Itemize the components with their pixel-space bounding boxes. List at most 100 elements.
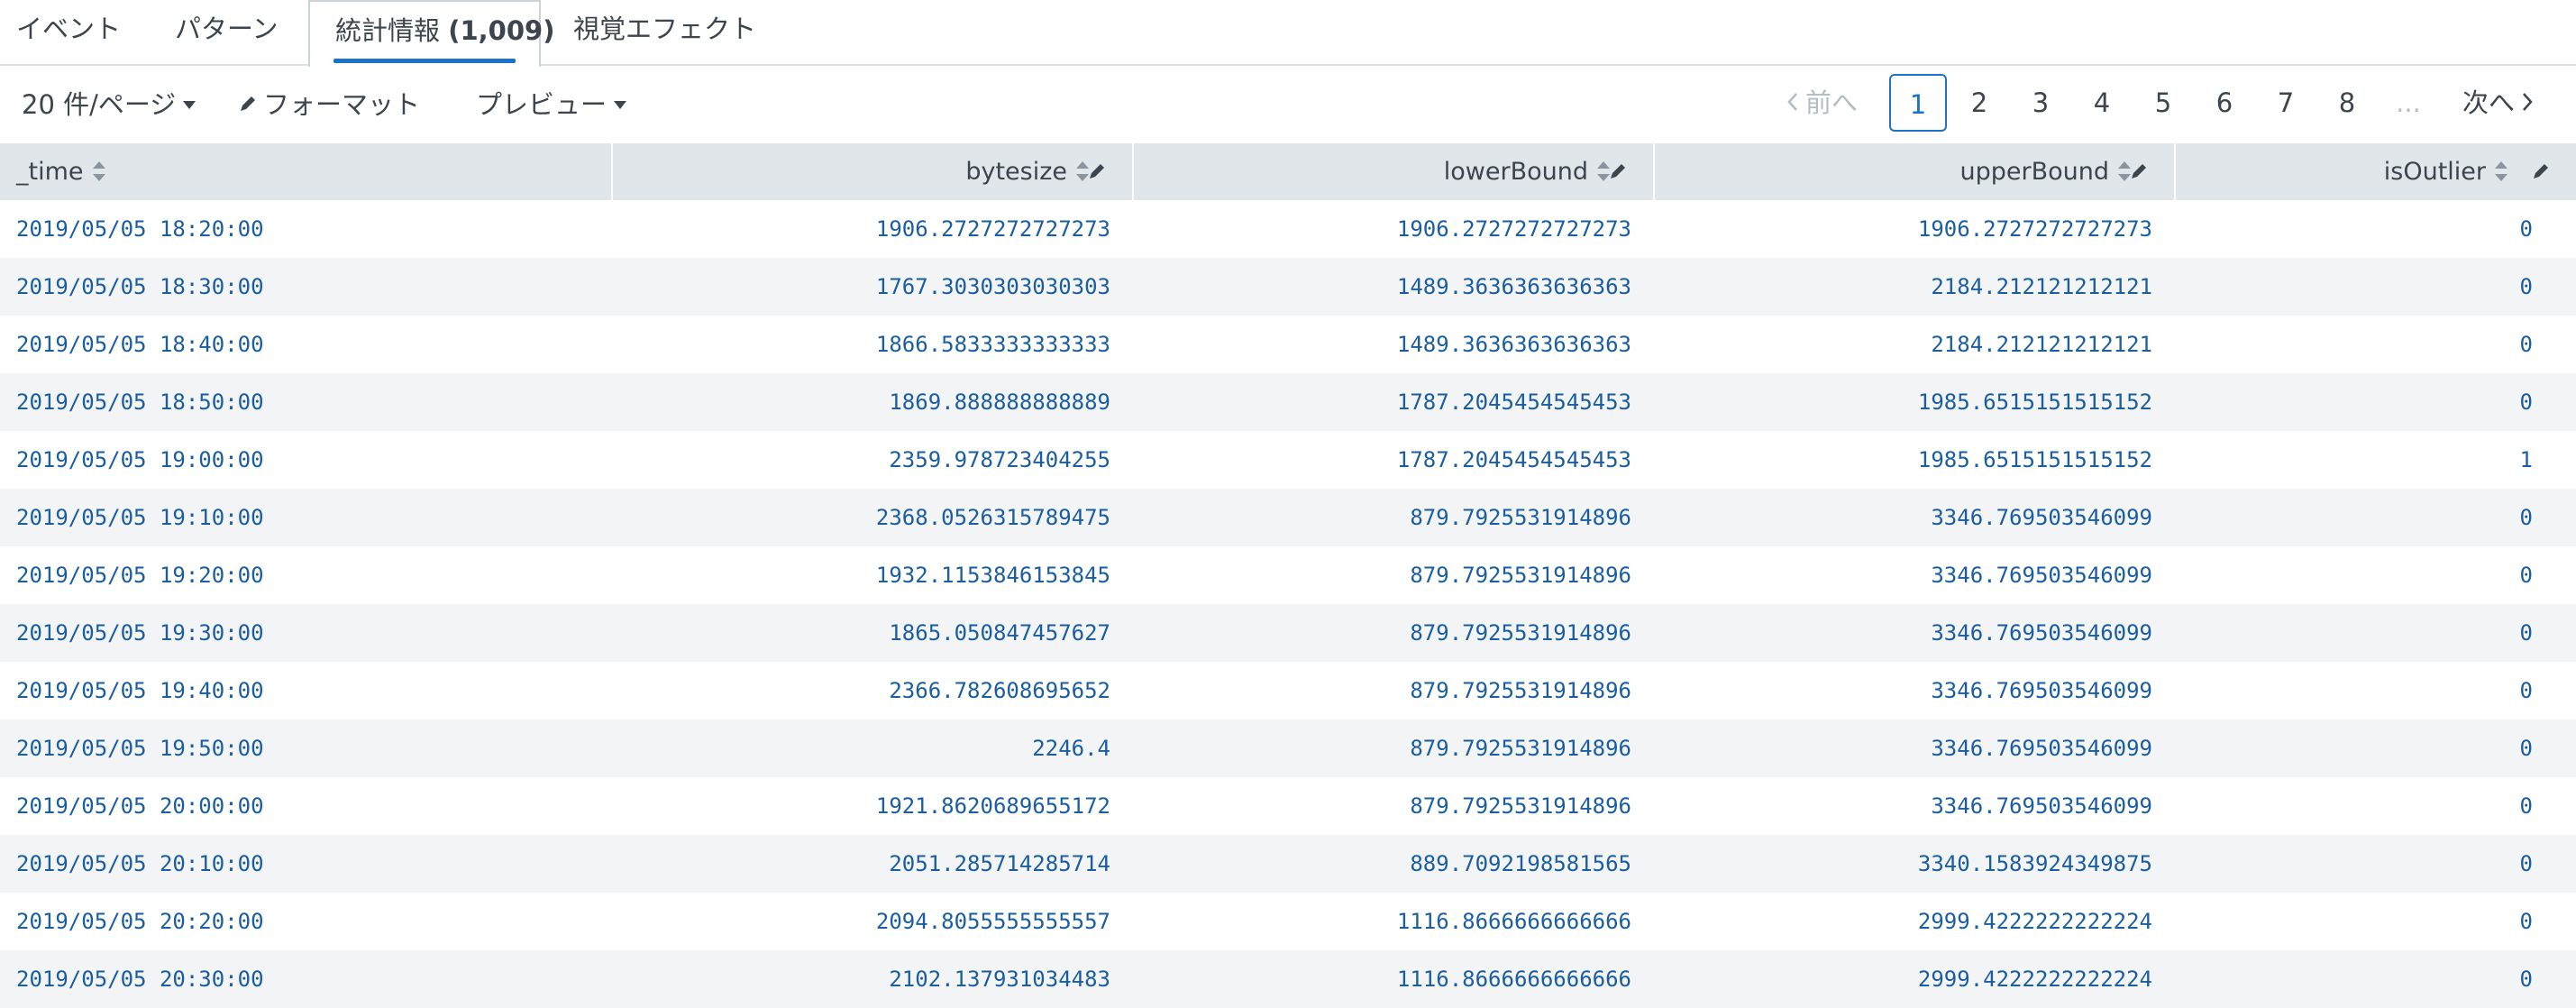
pencil-icon[interactable]	[2129, 161, 2149, 181]
prev-page-button[interactable]: 前へ	[1783, 74, 1860, 132]
column-header-upperbound[interactable]: upperBound	[1959, 143, 2131, 200]
cell-time[interactable]: 2019/05/05 18:20:00	[16, 200, 264, 258]
cell-time[interactable]: 2019/05/05 20:20:00	[16, 893, 264, 950]
cell-bytesize[interactable]: 2368.0526315789475	[876, 489, 1110, 546]
cell-time[interactable]: 2019/05/05 19:20:00	[16, 546, 264, 604]
cell-lowerbound[interactable]: 879.7925531914896	[1410, 662, 1631, 719]
pencil-icon[interactable]	[1608, 161, 1628, 181]
cell-bytesize[interactable]: 1767.3030303030303	[876, 258, 1110, 316]
cell-time[interactable]: 2019/05/05 20:00:00	[16, 777, 264, 835]
page-4-button[interactable]: 4	[2073, 74, 2131, 132]
page-2-button[interactable]: 2	[1950, 74, 2008, 132]
column-divider[interactable]	[1132, 143, 1134, 200]
cell-upperbound[interactable]: 3346.769503546099	[1931, 662, 2152, 719]
cell-lowerbound[interactable]: 1116.8666666666666	[1397, 893, 1631, 950]
cell-lowerbound[interactable]: 879.7925531914896	[1410, 489, 1631, 546]
cell-bytesize[interactable]: 1865.050847457627	[889, 604, 1110, 662]
cell-isoutlier[interactable]: 0	[2520, 546, 2533, 604]
cell-bytesize[interactable]: 2094.8055555555557	[876, 893, 1110, 950]
sort-icon[interactable]	[2495, 160, 2507, 181]
tab-patterns[interactable]: パターン	[175, 0, 279, 66]
cell-lowerbound[interactable]: 1787.2045454545453	[1397, 431, 1631, 489]
table-header: _time bytesize lowerBound upperBound isO…	[0, 143, 2576, 200]
next-page-button[interactable]: 次へ	[2453, 74, 2544, 132]
column-header-bytesize[interactable]: bytesize	[965, 143, 1089, 200]
cell-time[interactable]: 2019/05/05 19:30:00	[16, 604, 264, 662]
cell-isoutlier[interactable]: 0	[2520, 200, 2533, 258]
cell-upperbound[interactable]: 3346.769503546099	[1931, 777, 2152, 835]
cell-upperbound[interactable]: 2999.4222222222224	[1918, 893, 2152, 950]
cell-isoutlier[interactable]: 0	[2520, 489, 2533, 546]
cell-time[interactable]: 2019/05/05 19:50:00	[16, 719, 264, 777]
cell-isoutlier[interactable]: 0	[2520, 316, 2533, 373]
column-header-lowerbound[interactable]: lowerBound	[1444, 143, 1610, 200]
cell-lowerbound[interactable]: 1489.3636363636363	[1397, 316, 1631, 373]
cell-upperbound[interactable]: 1985.6515151515152	[1918, 431, 2152, 489]
cell-upperbound[interactable]: 2184.212121212121	[1931, 258, 2152, 316]
tab-statistics[interactable]: 統計情報 (1,009)	[308, 0, 554, 67]
cell-bytesize[interactable]: 1921.8620689655172	[876, 777, 1110, 835]
page-1-button[interactable]: 1	[1889, 74, 1947, 132]
cell-upperbound[interactable]: 3346.769503546099	[1931, 546, 2152, 604]
cell-lowerbound[interactable]: 879.7925531914896	[1410, 719, 1631, 777]
column-divider[interactable]	[1653, 143, 1655, 200]
cell-bytesize[interactable]: 1906.2727272727273	[876, 200, 1110, 258]
cell-lowerbound[interactable]: 879.7925531914896	[1410, 546, 1631, 604]
cell-isoutlier[interactable]: 0	[2520, 258, 2533, 316]
cell-isoutlier[interactable]: 0	[2520, 373, 2533, 431]
cell-time[interactable]: 2019/05/05 19:10:00	[16, 489, 264, 546]
cell-time[interactable]: 2019/05/05 18:40:00	[16, 316, 264, 373]
cell-isoutlier[interactable]: 0	[2520, 835, 2533, 893]
cell-time[interactable]: 2019/05/05 19:00:00	[16, 431, 264, 489]
cell-lowerbound[interactable]: 879.7925531914896	[1410, 777, 1631, 835]
cell-upperbound[interactable]: 2999.4222222222224	[1918, 950, 2152, 1008]
cell-upperbound[interactable]: 1906.2727272727273	[1918, 200, 2152, 258]
cell-isoutlier[interactable]: 0	[2520, 893, 2533, 950]
cell-lowerbound[interactable]: 1906.2727272727273	[1397, 200, 1631, 258]
cell-lowerbound[interactable]: 1116.8666666666666	[1397, 950, 1631, 1008]
cell-lowerbound[interactable]: 879.7925531914896	[1410, 604, 1631, 662]
column-divider[interactable]	[611, 143, 613, 200]
pencil-icon[interactable]	[2531, 161, 2551, 181]
sort-icon[interactable]	[92, 160, 105, 181]
cell-time[interactable]: 2019/05/05 20:30:00	[16, 950, 264, 1008]
cell-time[interactable]: 2019/05/05 18:50:00	[16, 373, 264, 431]
pencil-icon[interactable]	[1087, 161, 1107, 181]
cell-isoutlier[interactable]: 0	[2520, 719, 2533, 777]
cell-bytesize[interactable]: 1866.5833333333333	[876, 316, 1110, 373]
cell-isoutlier[interactable]: 1	[2520, 431, 2533, 489]
column-header-time[interactable]: _time	[16, 143, 105, 200]
cell-bytesize[interactable]: 1932.1153846153845	[876, 546, 1110, 604]
cell-bytesize[interactable]: 2359.978723404255	[889, 431, 1110, 489]
page-8-button[interactable]: 8	[2318, 74, 2376, 132]
cell-time[interactable]: 2019/05/05 19:40:00	[16, 662, 264, 719]
cell-isoutlier[interactable]: 0	[2520, 950, 2533, 1008]
cell-upperbound[interactable]: 3346.769503546099	[1931, 719, 2152, 777]
cell-isoutlier[interactable]: 0	[2520, 777, 2533, 835]
cell-upperbound[interactable]: 2184.212121212121	[1931, 316, 2152, 373]
column-header-isoutlier[interactable]: isOutlier	[2384, 143, 2507, 200]
cell-upperbound[interactable]: 3346.769503546099	[1931, 489, 2152, 546]
cell-isoutlier[interactable]: 0	[2520, 662, 2533, 719]
page-5-button[interactable]: 5	[2134, 74, 2192, 132]
cell-bytesize[interactable]: 2366.782608695652	[889, 662, 1110, 719]
cell-lowerbound[interactable]: 1489.3636363636363	[1397, 258, 1631, 316]
cell-lowerbound[interactable]: 1787.2045454545453	[1397, 373, 1631, 431]
cell-upperbound[interactable]: 3346.769503546099	[1931, 604, 2152, 662]
column-divider[interactable]	[2174, 143, 2176, 200]
page-6-button[interactable]: 6	[2196, 74, 2253, 132]
cell-bytesize[interactable]: 2246.4	[1032, 719, 1110, 777]
cell-time[interactable]: 2019/05/05 20:10:00	[16, 835, 264, 893]
tab-visualization[interactable]: 視覚エフェクト	[573, 0, 756, 66]
cell-upperbound[interactable]: 3340.1583924349875	[1918, 835, 2152, 893]
cell-bytesize[interactable]: 2051.285714285714	[889, 835, 1110, 893]
cell-isoutlier[interactable]: 0	[2520, 604, 2533, 662]
cell-time[interactable]: 2019/05/05 18:30:00	[16, 258, 264, 316]
page-3-button[interactable]: 3	[2012, 74, 2069, 132]
page-7-button[interactable]: 7	[2257, 74, 2315, 132]
cell-bytesize[interactable]: 2102.137931034483	[889, 950, 1110, 1008]
cell-upperbound[interactable]: 1985.6515151515152	[1918, 373, 2152, 431]
tab-events[interactable]: イベント	[16, 0, 121, 66]
cell-lowerbound[interactable]: 889.7092198581565	[1410, 835, 1631, 893]
cell-bytesize[interactable]: 1869.888888888889	[889, 373, 1110, 431]
